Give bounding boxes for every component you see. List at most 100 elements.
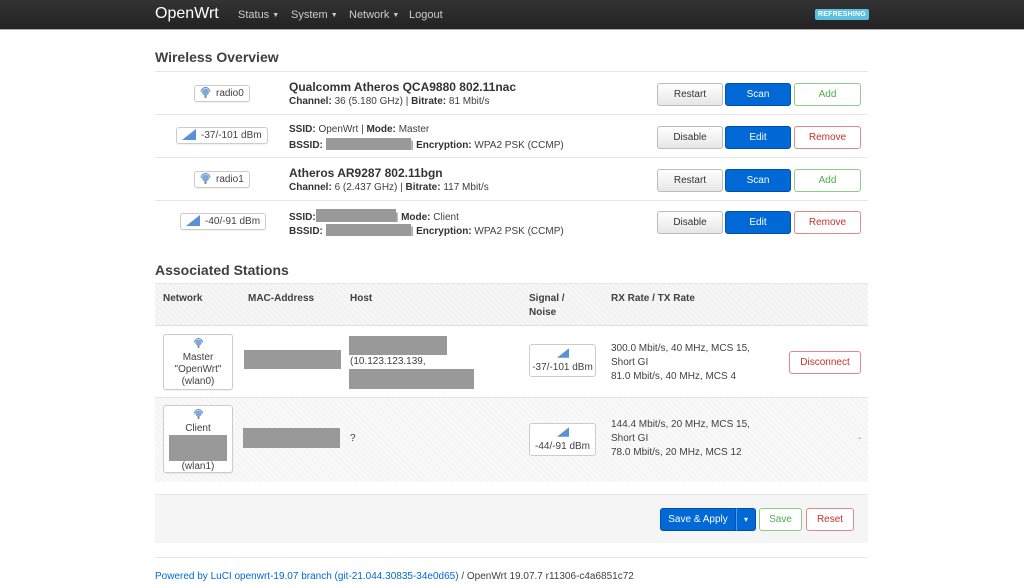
col-rx-tx-rate: RX Rate / TX Rate bbox=[611, 293, 695, 304]
nav-status[interactable]: Status ▼ bbox=[238, 9, 279, 21]
bitrate-label: Bitrate: bbox=[405, 182, 441, 193]
signal-value: -37/-101 dBm bbox=[201, 130, 262, 141]
nav-network[interactable]: Network ▼ bbox=[349, 9, 399, 21]
mode-value: Client bbox=[433, 212, 459, 223]
radio1-add-button[interactable]: Add bbox=[794, 169, 861, 192]
save-button[interactable]: Save bbox=[759, 508, 802, 531]
radio0-bssid-info: BSSID: | Encryption: WPA2 PSK (CCMP) bbox=[289, 138, 564, 151]
rx-rate-extra: Short GI bbox=[611, 433, 649, 444]
radio0-badge: radio0 bbox=[194, 85, 250, 102]
save-apply-dropdown-button[interactable]: ▾ bbox=[736, 508, 756, 531]
radio0-scan-button[interactable]: Scan bbox=[725, 83, 791, 106]
col-signal: Signal / bbox=[529, 293, 565, 304]
bitrate-label: Bitrate: bbox=[411, 96, 447, 107]
redacted-network-ssid bbox=[169, 435, 227, 461]
bitrate-value: 117 Mbit/s bbox=[443, 182, 489, 193]
divider bbox=[155, 157, 868, 158]
redacted-mac-address bbox=[244, 350, 341, 369]
disconnect-button[interactable]: Disconnect bbox=[789, 351, 861, 374]
radio0-add-button[interactable]: Add bbox=[794, 83, 861, 106]
radio1-ssid-info: SSID: | Mode: Client bbox=[289, 209, 459, 223]
radio1-scan-button[interactable]: Scan bbox=[725, 169, 791, 192]
brand-logo[interactable]: OpenWrt bbox=[155, 5, 219, 23]
top-navbar: OpenWrt Status ▼ System ▼ Network ▼ Logout … bbox=[0, 0, 1024, 30]
radio1-disable-button[interactable]: Disable bbox=[657, 211, 723, 234]
redacted-bssid bbox=[325, 138, 411, 150]
channel-label: Channel: bbox=[289, 182, 332, 193]
network-iface: (wlan1) bbox=[181, 461, 215, 472]
mode-label: Mode: bbox=[401, 212, 431, 223]
associated-stations-title: Associated Stations bbox=[155, 262, 289, 278]
refreshing-badge[interactable]: REFRESHING bbox=[815, 9, 869, 20]
network-mode: Client bbox=[185, 423, 211, 434]
radio0-disable-button[interactable]: Disable bbox=[657, 126, 723, 149]
bssid-label: BSSID: bbox=[289, 226, 323, 237]
radio0-channel-info: Channel: 36 (5.180 GHz) | Bitrate: 81 Mb… bbox=[289, 96, 490, 107]
mode-value: Master bbox=[398, 124, 430, 135]
caret-down-icon: ▼ bbox=[392, 12, 400, 19]
caret-down-icon: ▼ bbox=[272, 12, 280, 19]
wifi-radio-icon bbox=[164, 409, 232, 423]
nav-system[interactable]: System ▼ bbox=[291, 9, 338, 21]
wireless-overview-title: Wireless Overview bbox=[155, 49, 279, 65]
nav-network-label: Network bbox=[349, 9, 390, 21]
radio1-signal-badge: -40/-91 dBm bbox=[180, 213, 267, 231]
nav-status-label: Status bbox=[238, 9, 270, 21]
host-ip: (10.123.123.139, bbox=[350, 356, 426, 367]
ssid-label: SSID: bbox=[289, 124, 316, 135]
radio1-remove-button[interactable]: Remove bbox=[794, 211, 861, 234]
col-network: Network bbox=[163, 293, 203, 304]
radio0-edit-button[interactable]: Edit bbox=[725, 126, 791, 149]
encryption-value: WPA2 PSK (CCMP) bbox=[474, 140, 564, 151]
divider bbox=[155, 557, 868, 558]
host-unknown: ? bbox=[350, 433, 356, 444]
network-iface: (wlan0) bbox=[181, 376, 215, 387]
wifi-radio-icon bbox=[200, 87, 211, 103]
network-ssid: "OpenWrt" bbox=[174, 364, 222, 375]
no-action-placeholder: - bbox=[858, 433, 862, 444]
station-rates: 144.4 Mbit/s, 20 MHz, MCS 15, Short GI 7… bbox=[611, 418, 750, 460]
caret-down-icon: ▼ bbox=[330, 12, 338, 19]
radio0-remove-button[interactable]: Remove bbox=[794, 126, 861, 149]
radio0-restart-button[interactable]: Restart bbox=[657, 83, 723, 106]
signal-strength-icon bbox=[186, 215, 200, 231]
divider bbox=[155, 200, 868, 201]
reset-button[interactable]: Reset bbox=[806, 508, 854, 531]
tx-rate: 81.0 Mbit/s, 40 MHz, MCS 4 bbox=[611, 371, 737, 382]
station-rates: 300.0 Mbit/s, 40 MHz, MCS 15, Short GI 8… bbox=[611, 342, 750, 384]
firmware-version: / OpenWrt 19.07.7 r11306-c4a6851c72 bbox=[458, 571, 634, 582]
divider bbox=[155, 71, 868, 72]
save-apply-button[interactable]: Save & Apply bbox=[660, 508, 736, 531]
radio1-badge: radio1 bbox=[194, 171, 250, 188]
radio1-channel-info: Channel: 6 (2.437 GHz) | Bitrate: 117 Mb… bbox=[289, 182, 489, 193]
footer: Powered by LuCI openwrt-19.07 branch (gi… bbox=[155, 571, 634, 582]
signal-value: -37/-101 dBm bbox=[532, 362, 593, 373]
station-network-badge: Client (wlan1) bbox=[163, 405, 233, 473]
nav-logout[interactable]: Logout bbox=[409, 9, 443, 21]
stations-table-header: Network MAC-Address Host Signal / Noise … bbox=[155, 283, 868, 326]
redacted-hostname bbox=[349, 336, 447, 355]
rx-rate-extra: Short GI bbox=[611, 357, 649, 368]
radio1-bssid-info: BSSID: | Encryption: WPA2 PSK (CCMP) bbox=[289, 224, 564, 237]
redacted-ssid bbox=[315, 209, 396, 222]
redacted-ipv6 bbox=[349, 369, 474, 389]
divider bbox=[155, 114, 868, 115]
channel-value: 6 (2.437 GHz) bbox=[334, 182, 398, 193]
signal-strength-icon bbox=[182, 129, 196, 145]
wifi-radio-icon bbox=[164, 338, 232, 352]
station-signal-badge: -44/-91 dBm bbox=[529, 423, 596, 456]
luci-link[interactable]: Powered by LuCI openwrt-19.07 branch (gi… bbox=[155, 571, 459, 582]
encryption-label: Encryption: bbox=[416, 140, 472, 151]
encryption-label: Encryption: bbox=[416, 226, 472, 237]
ssid-value: OpenWrt bbox=[318, 124, 359, 135]
tx-rate: 78.0 Mbit/s, 20 MHz, MCS 12 bbox=[611, 447, 742, 458]
encryption-value: WPA2 PSK (CCMP) bbox=[474, 226, 564, 237]
nav-system-label: System bbox=[291, 9, 328, 21]
network-mode: Master bbox=[182, 352, 214, 363]
radio1-restart-button[interactable]: Restart bbox=[657, 169, 723, 192]
col-mac-address: MAC-Address bbox=[248, 293, 315, 304]
radio1-edit-button[interactable]: Edit bbox=[725, 211, 791, 234]
station-signal-badge: -37/-101 dBm bbox=[529, 344, 596, 377]
radio0-label: radio0 bbox=[216, 88, 244, 99]
rx-rate: 144.4 Mbit/s, 20 MHz, MCS 15, bbox=[611, 419, 750, 430]
